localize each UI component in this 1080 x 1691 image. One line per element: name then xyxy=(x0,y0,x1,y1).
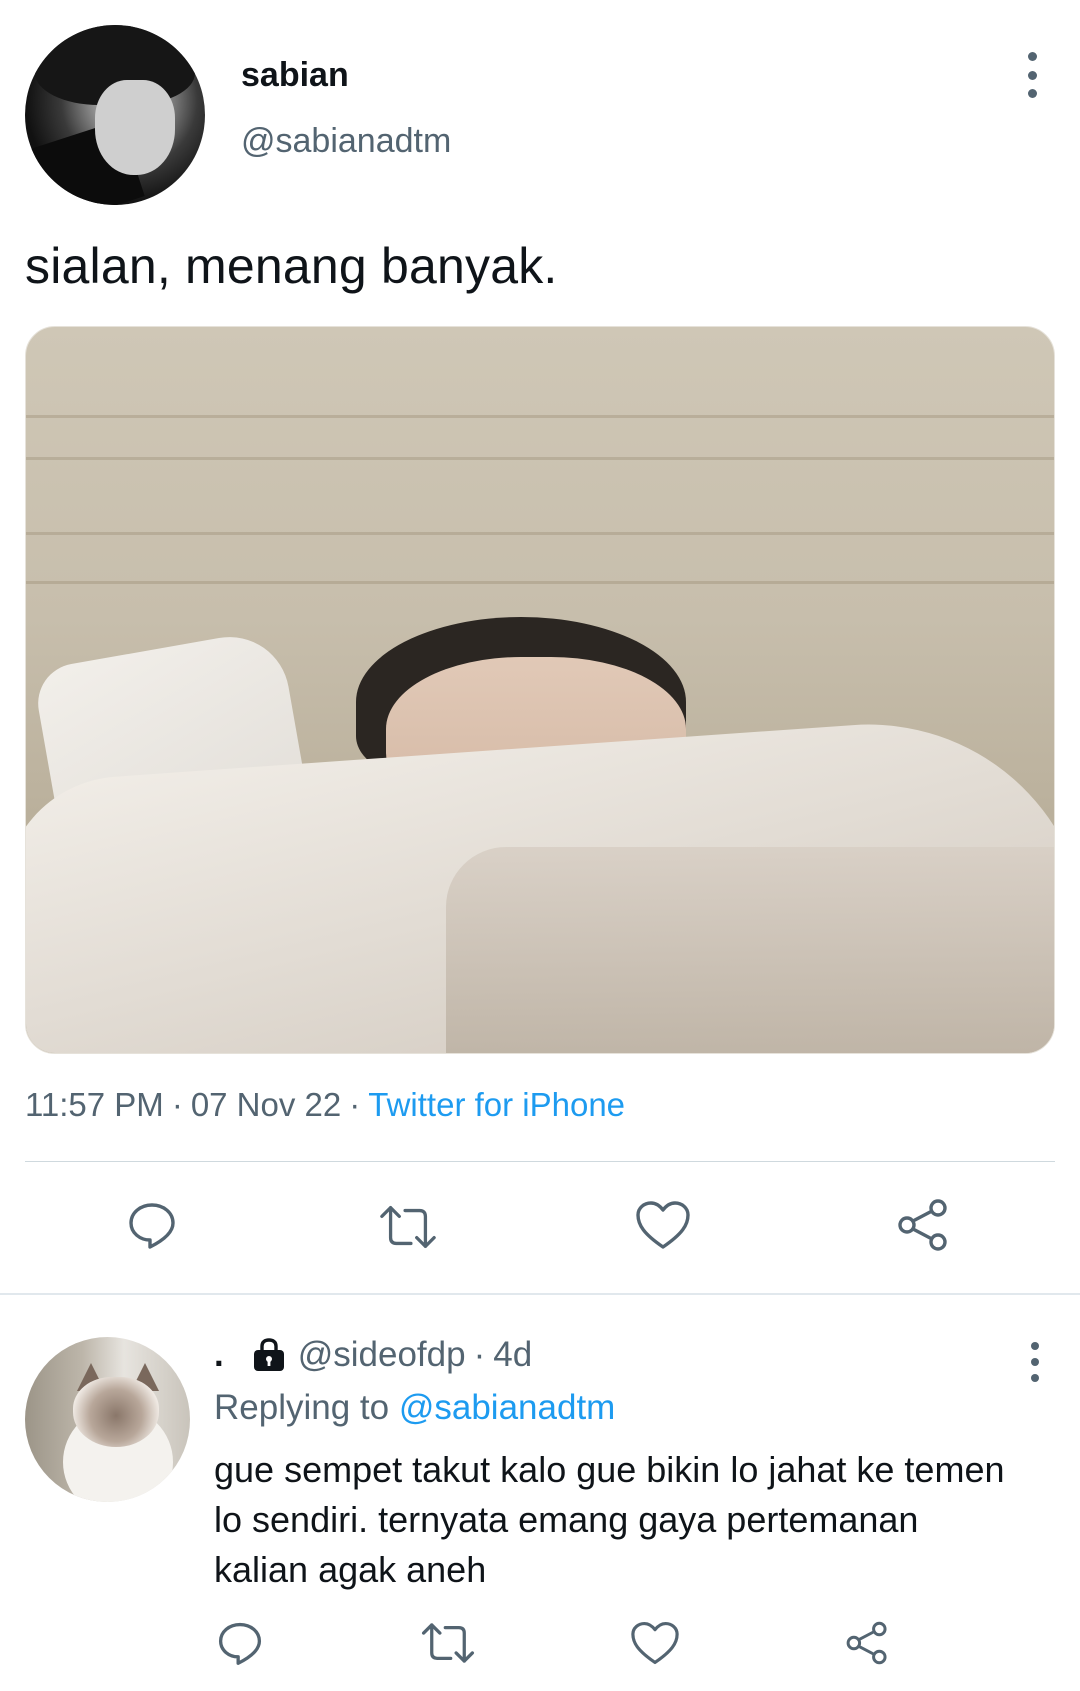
tweet-detail-page: sabian @sabianadtm sialan, menang banyak… xyxy=(0,0,1080,1691)
tweet-text: sialan, menang banyak. xyxy=(25,238,558,294)
replying-to-mention[interactable]: @sabianadtm xyxy=(399,1388,615,1427)
reply-icon xyxy=(218,1622,262,1665)
heart-icon xyxy=(636,1201,690,1249)
like-button[interactable] xyxy=(633,1195,693,1255)
retweet-icon xyxy=(421,1623,475,1663)
tweet-actions xyxy=(0,1195,1080,1265)
reply-author-display-name[interactable]: . xyxy=(214,1335,224,1375)
more-vertical-icon xyxy=(1027,52,1037,61)
tweet-photo[interactable] xyxy=(25,326,1055,1054)
reply-age: 4d xyxy=(493,1335,533,1374)
tweet-time: 11:57 PM xyxy=(25,1086,164,1123)
lock-icon xyxy=(250,1337,288,1373)
author-avatar[interactable] xyxy=(25,25,205,205)
reply-text: gue sempet takut kalo gue bikin lo jahat… xyxy=(214,1449,1005,1590)
heart-icon xyxy=(631,1621,679,1665)
tweet-source-link[interactable]: Twitter for iPhone xyxy=(368,1086,625,1123)
divider xyxy=(25,1161,1055,1162)
more-vertical-icon xyxy=(1031,1342,1039,1350)
reply-actions xyxy=(0,1613,1080,1673)
reply-button[interactable] xyxy=(122,1195,182,1255)
reply-like-button[interactable] xyxy=(625,1613,685,1673)
author-display-name[interactable]: sabian xyxy=(241,56,349,95)
tweet-date: 07 Nov 22 xyxy=(190,1086,342,1123)
retweet-button[interactable] xyxy=(378,1197,438,1257)
reply-share-button[interactable] xyxy=(837,1613,897,1673)
reply-reply-button[interactable] xyxy=(210,1613,270,1673)
reply-author-handle[interactable]: @sideofdp xyxy=(298,1335,466,1375)
share-icon xyxy=(898,1199,947,1251)
reply-more-options-button[interactable] xyxy=(1027,1342,1043,1382)
share-button[interactable] xyxy=(893,1195,953,1255)
tweet-meta: 11:57 PM · 07 Nov 22 · Twitter for iPhone xyxy=(25,1086,626,1123)
reply-author-avatar[interactable] xyxy=(25,1337,190,1502)
share-icon xyxy=(846,1621,887,1665)
main-tweet: sabian @sabianadtm sialan, menang banyak… xyxy=(0,0,1080,1293)
replying-to-line: Replying to @sabianadtm xyxy=(214,1388,616,1427)
reply-tweet[interactable]: . @sideofdp · 4d Replying to @sabianadtm g… xyxy=(0,1295,1080,1691)
reply-header: . @sideofdp · 4d xyxy=(214,1335,533,1375)
reply-retweet-button[interactable] xyxy=(418,1613,478,1673)
reply-icon xyxy=(129,1203,175,1249)
author-handle[interactable]: @sabianadtm xyxy=(241,122,451,161)
retweet-icon xyxy=(380,1205,436,1248)
more-options-button[interactable] xyxy=(1014,52,1050,98)
